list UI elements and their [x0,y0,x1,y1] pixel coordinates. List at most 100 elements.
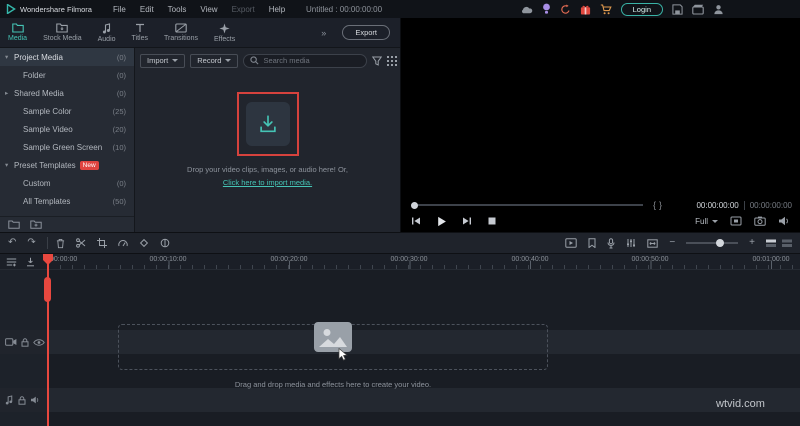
mark-in-icon[interactable] [653,200,656,210]
stop-button[interactable] [487,216,497,226]
tab-effects[interactable]: Effects [206,18,243,47]
play-button[interactable] [436,216,447,227]
keyframe-icon[interactable] [139,238,149,248]
marker-icon[interactable] [588,238,596,248]
speaker-icon[interactable] [778,216,790,226]
track-expand-icon[interactable] [782,239,792,248]
new-badge: New [79,160,99,170]
redo-icon[interactable] [27,238,35,248]
voiceover-mic-icon[interactable] [607,237,615,249]
video-track-icon [5,338,17,346]
cart-icon[interactable] [600,3,612,15]
mark-out-icon[interactable] [659,200,662,210]
export-button[interactable]: Export [342,25,390,40]
new-folder-icon[interactable] [30,220,42,229]
menu-view[interactable]: View [193,5,224,14]
filter-icon[interactable] [372,56,383,66]
sidebar-item-folder[interactable]: Folder (0) [0,66,134,84]
seek-handle[interactable] [411,201,418,209]
chevron-down-icon [225,59,232,62]
import-media-tile[interactable] [245,102,290,146]
sidebar-item-sample-green-screen[interactable]: Sample Green Screen (10) [0,138,134,156]
sidebar-item-sample-video[interactable]: Sample Video (20) [0,120,134,138]
import-folder-icon[interactable] [8,220,20,229]
audio-mixer-icon[interactable] [626,238,636,248]
zoom-out-icon[interactable] [669,238,675,248]
sidebar-item-label: Shared Media [14,88,64,98]
sidebar-item-count: (0) [116,178,126,188]
chevron-down-icon[interactable] [5,53,14,61]
track-compact-icon[interactable] [766,239,776,248]
bulb-icon[interactable] [542,3,551,15]
menu-export[interactable]: Export [225,5,262,14]
refresh-icon[interactable] [560,3,571,15]
crop-icon[interactable] [96,238,107,248]
menu-tools[interactable]: Tools [161,5,194,14]
import-dropdown[interactable]: Import [140,53,186,68]
quality-select[interactable]: Full [695,217,718,226]
audio-track[interactable] [0,388,800,412]
fit-screen-icon[interactable] [730,216,742,226]
sidebar-item-count: (10) [112,142,126,152]
filmora-window: Wondershare Filmora File Edit Tools View… [0,0,800,426]
cloud-icon[interactable] [520,5,533,14]
menu-help[interactable]: Help [262,5,292,14]
sidebar-item-custom[interactable]: Custom (0) [0,174,134,192]
titles-icon [135,23,145,33]
seek-bar[interactable] [411,201,643,209]
lock-icon[interactable] [21,337,29,347]
quality-label: Full [695,216,708,226]
ruler-label: 00:00:20:00 [270,256,308,263]
record-dropdown[interactable]: Record [190,53,239,68]
previous-frame-button[interactable] [411,216,421,226]
snapshot-camera-icon[interactable] [754,216,766,226]
tab-media[interactable]: Media [0,18,35,47]
speed-icon[interactable] [118,238,128,248]
split-icon[interactable] [75,238,86,248]
import-media-link[interactable]: Click here to import media. [135,178,400,187]
auto-scroll-icon[interactable] [26,257,35,267]
sidebar-item-sample-color[interactable]: Sample Color (25) [0,102,134,120]
next-frame-button[interactable] [462,216,472,226]
titlebar-actions: Login [520,0,724,18]
delete-icon[interactable] [56,238,65,249]
mute-speaker-icon[interactable] [30,396,40,404]
render-preview-icon[interactable] [565,238,578,248]
tab-audio[interactable]: Audio [90,18,124,47]
sidebar-item-all-templates[interactable]: All Templates (50) [0,192,134,210]
login-button[interactable]: Login [620,2,663,16]
sidebar-item-preset-templates[interactable]: Preset Templates New [0,156,134,174]
eye-icon[interactable] [33,338,45,346]
chevron-down-icon[interactable] [5,161,14,169]
grid-view-icon[interactable] [387,55,398,66]
zoom-slider[interactable] [686,239,739,247]
timeline[interactable]: Drag and drop media and effects here to … [0,270,800,426]
sidebar-item-shared-media[interactable]: Shared Media (0) [0,84,134,102]
titlebar: Wondershare Filmora File Edit Tools View… [0,0,800,18]
timeline-toolbar-right [565,237,792,249]
save-project-icon[interactable] [672,3,683,15]
lock-icon[interactable] [18,395,26,405]
undo-icon[interactable] [8,238,16,248]
chevron-right-icon[interactable] [5,89,14,97]
search-input[interactable] [263,56,361,65]
menu-edit[interactable]: Edit [133,5,161,14]
tab-titles[interactable]: Titles [124,18,156,47]
manage-tracks-icon[interactable] [6,257,17,267]
playhead-drag-handle[interactable] [44,277,51,302]
account-icon[interactable] [713,4,724,15]
sidebar-item-project-media[interactable]: Project Media (0) [0,48,134,66]
more-tabs-icon[interactable] [321,28,326,38]
zoom-slider-handle[interactable] [716,239,725,247]
zoom-in-icon[interactable] [749,238,755,248]
search-box[interactable] [243,53,368,68]
timeline-ruler[interactable]: 00:00:00 00:00:10:00 00:00:20:00 00:00:3… [0,254,800,270]
color-match-icon[interactable] [160,238,170,248]
tab-transitions[interactable]: Transitions [156,18,206,47]
zoom-to-fit-icon[interactable] [647,238,659,248]
clapper-icon[interactable] [692,4,704,15]
gift-icon[interactable] [580,4,591,15]
menu-file[interactable]: File [106,5,133,14]
tab-stock-media[interactable]: Stock Media [35,18,90,47]
video-track-header [0,330,48,354]
